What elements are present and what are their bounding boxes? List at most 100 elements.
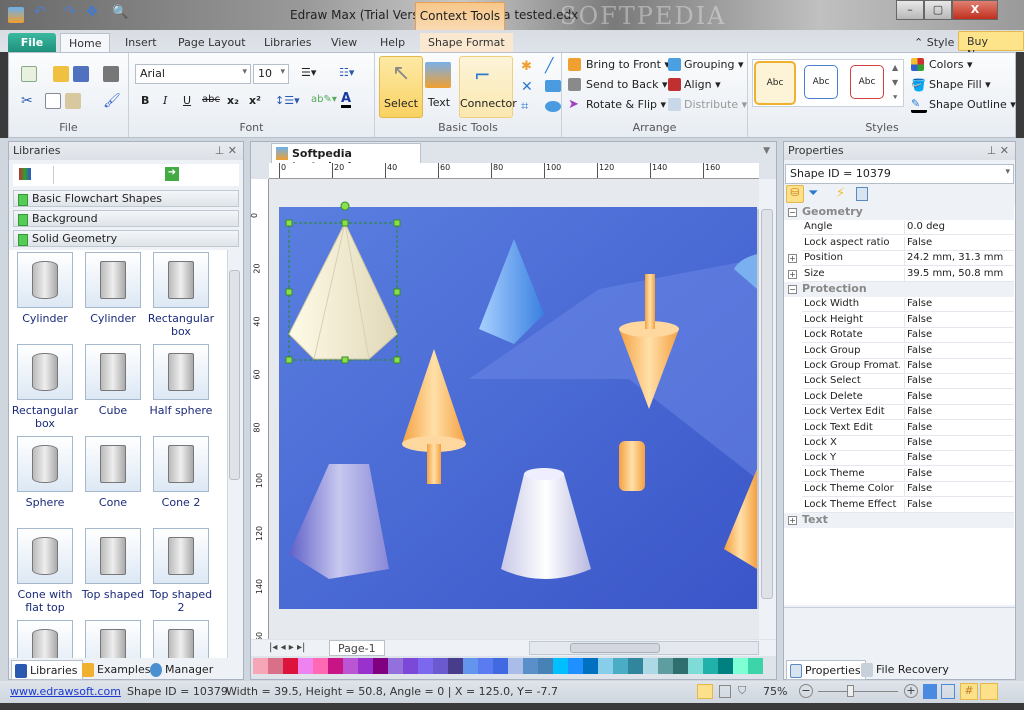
tab-examples[interactable]: Examples xyxy=(79,660,154,680)
bullets-icon[interactable]: ☷▾ xyxy=(339,66,354,79)
color-swatch[interactable] xyxy=(493,658,508,674)
property-row[interactable]: Lock Text Edit False xyxy=(802,420,1014,436)
color-swatch[interactable] xyxy=(448,658,463,674)
library-shape[interactable] xyxy=(85,252,141,308)
filter-icon[interactable]: ⏷ xyxy=(808,186,818,201)
library-shape[interactable] xyxy=(85,528,141,584)
strikethrough-button[interactable]: abc xyxy=(202,94,220,105)
property-pages-icon[interactable] xyxy=(856,187,868,201)
property-section-text[interactable]: + Text xyxy=(784,513,1014,528)
page-tab[interactable]: Page-1 xyxy=(329,640,385,656)
tab-shape-format[interactable]: Shape Format xyxy=(420,33,513,53)
library-shape[interactable] xyxy=(17,436,73,492)
bold-button[interactable]: B xyxy=(141,94,149,107)
close-button[interactable]: X xyxy=(952,0,998,20)
shape-selector[interactable]: Shape ID = 10379 xyxy=(785,164,1014,184)
shape-fill-button[interactable]: Shape Fill ▾ xyxy=(929,78,991,91)
categorized-icon[interactable]: ⛁ xyxy=(786,185,804,203)
tab-file-recovery[interactable]: File Recovery xyxy=(858,660,953,680)
library-shape[interactable] xyxy=(85,436,141,492)
tab-manager[interactable]: Manager xyxy=(147,660,217,680)
move-icon[interactable]: ✥ xyxy=(86,4,102,20)
color-swatch[interactable] xyxy=(628,658,643,674)
print-preview-icon[interactable]: 🔍 xyxy=(112,5,128,21)
vertical-scrollbar[interactable] xyxy=(759,179,776,639)
highlight-icon[interactable]: ab✎▾ xyxy=(311,94,337,105)
page-view-icon[interactable] xyxy=(697,684,713,699)
color-swatch[interactable] xyxy=(688,658,703,674)
color-swatch[interactable] xyxy=(613,658,628,674)
crop-icon[interactable]: ⌗ xyxy=(521,99,537,115)
tab-insert[interactable]: Insert xyxy=(117,33,165,53)
color-swatch[interactable] xyxy=(463,658,478,674)
color-swatch[interactable] xyxy=(553,658,568,674)
library-shape[interactable] xyxy=(17,344,73,400)
tab-view[interactable]: View xyxy=(323,33,365,53)
style-preset-1[interactable]: Abc xyxy=(754,61,796,105)
tab-help[interactable]: Help xyxy=(372,33,413,53)
grid-icon[interactable]: # xyxy=(960,683,978,700)
property-value[interactable]: False xyxy=(904,360,932,374)
tab-properties[interactable]: Properties xyxy=(786,660,866,680)
horizontal-scroll-thumb[interactable] xyxy=(570,643,660,653)
color-swatch[interactable] xyxy=(388,658,403,674)
library-shape[interactable] xyxy=(85,620,141,658)
property-row[interactable]: Lock Group Fromat... False xyxy=(802,359,1014,374)
property-row[interactable]: + Position 24.2 mm, 31.3 mm xyxy=(788,251,1014,267)
font-family-select[interactable]: Arial xyxy=(135,64,251,84)
color-swatch[interactable] xyxy=(643,658,658,674)
text-block-icon[interactable]: ✱ xyxy=(521,59,537,75)
property-row[interactable]: Lock Rotate False xyxy=(802,328,1014,344)
print-icon[interactable] xyxy=(103,66,119,82)
subscript-button[interactable]: x₂ xyxy=(227,94,239,107)
property-row[interactable]: Lock Group False xyxy=(802,343,1014,359)
property-row[interactable]: Lock Width False xyxy=(802,297,1014,313)
send-to-back-button[interactable]: Send to Back ▾ xyxy=(586,78,667,91)
color-swatch[interactable] xyxy=(373,658,388,674)
property-row[interactable]: Lock Select False xyxy=(802,374,1014,390)
gallery-scroll[interactable]: ▲ ▼ ⯆ xyxy=(892,60,898,105)
property-row[interactable]: + Size 39.5 mm, 50.8 mm xyxy=(788,266,1014,282)
property-value[interactable]: 24.2 mm, 31.3 mm xyxy=(904,252,1003,267)
library-grid-icon[interactable] xyxy=(19,168,31,180)
color-swatch[interactable] xyxy=(403,658,418,674)
tab-libraries[interactable]: Libraries xyxy=(256,33,320,53)
library-scroll-thumb[interactable] xyxy=(229,270,240,480)
property-row[interactable]: Lock X False xyxy=(802,436,1014,451)
property-row[interactable]: Lock aspect ratio False xyxy=(802,235,1014,251)
colors-button[interactable]: Colors ▾ xyxy=(929,58,972,71)
cross-icon[interactable]: ✕ xyxy=(521,79,537,95)
color-swatch[interactable] xyxy=(328,658,343,674)
color-swatch[interactable] xyxy=(598,658,613,674)
connector-button[interactable]: ⌐ Connector xyxy=(459,56,517,118)
open-icon[interactable] xyxy=(53,66,69,82)
property-value[interactable]: False xyxy=(904,375,932,390)
shape-outline-button[interactable]: Shape Outline ▾ xyxy=(929,98,1016,111)
font-size-select[interactable]: 10 xyxy=(253,64,289,84)
app-icon[interactable] xyxy=(8,7,24,23)
website-link[interactable]: www.edrawsoft.com xyxy=(10,685,121,698)
color-swatch[interactable] xyxy=(268,658,283,674)
line-icon[interactable]: ╱ xyxy=(545,58,561,74)
property-value[interactable]: False xyxy=(904,452,932,467)
library-search-input[interactable] xyxy=(53,166,163,184)
zoom-slider-thumb[interactable] xyxy=(847,685,854,697)
style-preset-2[interactable]: Abc xyxy=(804,65,838,99)
align-button[interactable]: Align ▾ xyxy=(684,78,721,91)
color-swatch[interactable] xyxy=(523,658,538,674)
distribute-button[interactable]: Distribute ▾ xyxy=(684,98,747,111)
tab-file[interactable]: File xyxy=(8,33,56,53)
superscript-button[interactable]: x² xyxy=(249,94,261,107)
collapse-icon[interactable]: − xyxy=(788,285,797,294)
property-section-protection[interactable]: − Protection xyxy=(784,282,1014,297)
font-color-icon[interactable]: A xyxy=(341,92,352,108)
zoom-slider[interactable] xyxy=(818,685,898,697)
italic-button[interactable]: I xyxy=(163,94,167,107)
property-value[interactable]: False xyxy=(904,421,932,436)
library-shape[interactable] xyxy=(153,436,209,492)
color-swatch[interactable] xyxy=(673,658,688,674)
pin-close-icons[interactable]: ⊥ ✕ xyxy=(987,144,1009,157)
rotate-flip-button[interactable]: Rotate & Flip ▾ xyxy=(586,98,666,111)
library-shape[interactable] xyxy=(85,344,141,400)
tab-page-layout[interactable]: Page Layout xyxy=(170,33,254,53)
